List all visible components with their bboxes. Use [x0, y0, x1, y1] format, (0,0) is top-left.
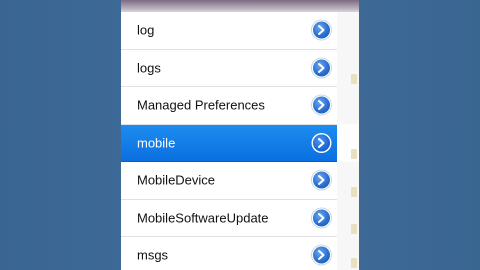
list-item-mobile[interactable]: mobile	[121, 124, 337, 162]
folder-icon	[351, 258, 357, 268]
list-item-managed-preferences[interactable]: Managed Preferences	[121, 87, 337, 125]
folder-list: log logs Managed Preferences mobile Mobi…	[121, 12, 337, 270]
adjacent-pane-edge	[337, 12, 359, 270]
list-item-label: logs	[137, 60, 161, 76]
list-item-msgs[interactable]: msgs	[121, 237, 337, 270]
list-item-mobilesoftwareupdate[interactable]: MobileSoftwareUpdate	[121, 199, 337, 237]
list-item-log[interactable]: log	[121, 12, 337, 50]
folder-icon	[351, 224, 357, 234]
list-item-label: log	[137, 22, 155, 38]
list-item-label: Managed Preferences	[137, 97, 265, 113]
folder-icon	[351, 74, 357, 84]
chevron-right-circle-icon[interactable]	[313, 59, 330, 77]
folder-icon	[351, 149, 357, 159]
chevron-right-circle-icon[interactable]	[313, 21, 330, 39]
chevron-right-circle-icon[interactable]	[313, 96, 330, 114]
list-item-logs[interactable]: logs	[121, 49, 337, 87]
list-item-label: MobileSoftwareUpdate	[137, 210, 269, 226]
chevron-right-circle-icon[interactable]	[313, 134, 330, 152]
folder-icon	[351, 187, 357, 197]
chevron-right-circle-icon[interactable]	[313, 246, 330, 264]
list-item-label: MobileDevice	[137, 172, 216, 188]
phone-screen: log logs Managed Preferences mobile Mobi…	[121, 0, 359, 270]
chevron-right-circle-icon[interactable]	[313, 209, 330, 227]
list-item-label: msgs	[137, 247, 169, 263]
list-item-label: mobile	[137, 135, 176, 151]
list-item-mobiledevice[interactable]: MobileDevice	[121, 162, 337, 200]
chevron-right-circle-icon[interactable]	[313, 171, 330, 189]
